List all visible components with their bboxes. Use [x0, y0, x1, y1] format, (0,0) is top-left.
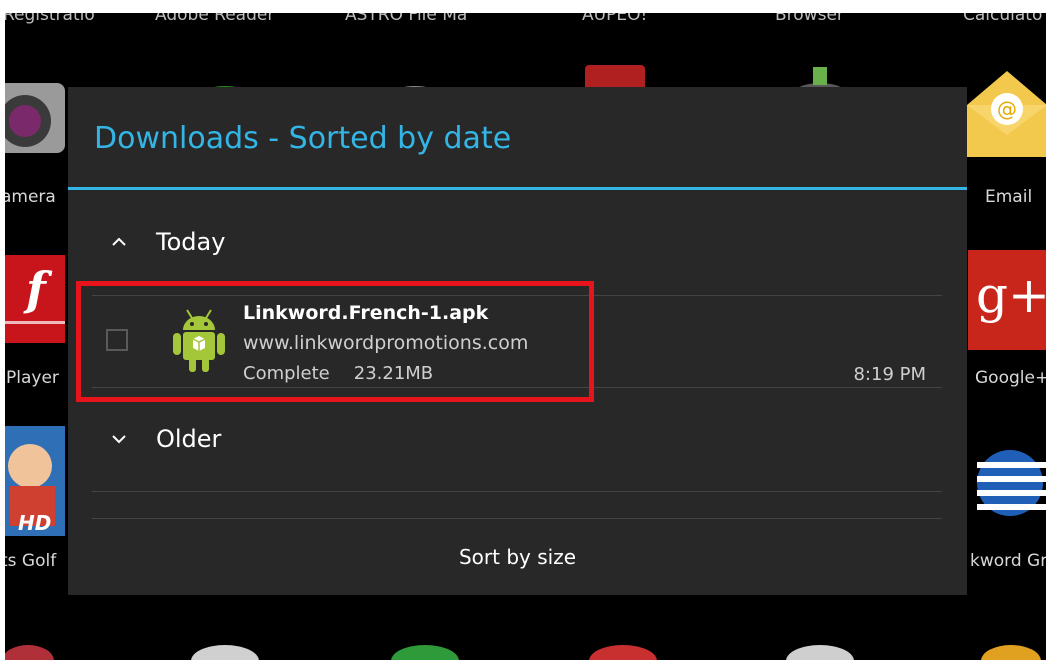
file-status-line: Complete 23.21MB [243, 363, 433, 384]
svg-text:HD: HD [18, 511, 51, 535]
file-size: 23.21MB [353, 363, 434, 384]
app-label-adobe-reader[interactable]: Adobe Reader [155, 13, 274, 25]
android-icon [173, 309, 225, 372]
dialog-title: Downloads - Sorted by date [94, 121, 512, 156]
bottom-app-icon-2[interactable] [185, 631, 265, 660]
camera-icon[interactable] [5, 73, 75, 173]
bottom-app-icon-4[interactable] [583, 631, 663, 660]
file-name: Linkword.French-1.apk [243, 302, 489, 324]
app-label-google-plus[interactable]: Google+ [975, 368, 1046, 388]
sports-golf-icon[interactable]: HD [5, 426, 70, 536]
bottom-app-icon-6[interactable] [975, 631, 1045, 660]
app-label-astro[interactable]: ASTRO File Ma [345, 13, 467, 25]
app-label-email[interactable]: Email [985, 187, 1032, 207]
bottom-app-icon-1[interactable] [5, 631, 60, 660]
item-checkbox[interactable] [106, 329, 128, 351]
downloads-dialog: Downloads - Sorted by date Today Linkwor… [68, 87, 967, 595]
linkword-greek-icon[interactable] [977, 446, 1046, 521]
download-list-item[interactable]: Linkword.French-1.apk www.linkwordpromot… [92, 296, 942, 387]
divider [92, 387, 942, 388]
download-status: Complete [243, 363, 330, 384]
svg-text:@: @ [997, 97, 1017, 121]
group-label-today: Today [156, 228, 226, 256]
email-icon[interactable]: @ [967, 65, 1046, 160]
file-url: www.linkwordpromotions.com [243, 332, 529, 354]
svg-text:g+: g+ [976, 266, 1046, 324]
app-label-sports-golf[interactable]: ts Golf [5, 551, 56, 571]
chevron-up-icon [112, 237, 126, 246]
android-screen: Registratio Adobe Reader ASTRO File Ma A… [5, 13, 1046, 660]
app-label-aupeo[interactable]: AUPEO! [582, 13, 647, 25]
flash-player-icon[interactable]: f [5, 255, 70, 345]
app-label-linkword-greek[interactable]: kword Gr [970, 551, 1046, 571]
sort-by-size-button[interactable]: Sort by size [68, 518, 967, 595]
group-header-older[interactable]: Older [110, 425, 221, 453]
chevron-down-icon [112, 435, 126, 444]
app-label-browser[interactable]: Browser [775, 13, 844, 25]
bottom-app-icon-3[interactable] [385, 631, 465, 660]
google-plus-icon[interactable]: g+ [968, 250, 1046, 350]
download-time: 8:19 PM [853, 364, 926, 385]
group-label-older: Older [156, 425, 222, 453]
app-label-calculator[interactable]: Calculato [963, 13, 1042, 25]
group-header-today[interactable]: Today [110, 228, 225, 256]
bottom-app-icon-5[interactable] [780, 631, 860, 660]
app-label-camera[interactable]: amera [5, 187, 56, 207]
app-label-flash-player[interactable]: Player [6, 368, 59, 388]
divider [92, 491, 942, 492]
app-label-registration[interactable]: Registratio [5, 13, 95, 25]
title-divider [68, 187, 967, 190]
